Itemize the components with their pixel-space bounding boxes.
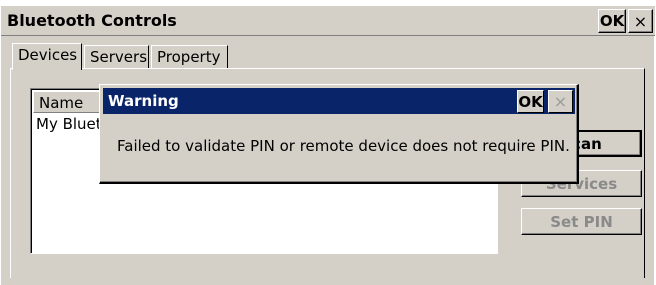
dialog-titlebar: Warning OK × (103, 88, 575, 114)
window-ok-button[interactable]: OK (598, 9, 626, 33)
tab-property[interactable]: Property (151, 45, 228, 69)
list-item[interactable]: My Bluet (36, 115, 102, 133)
dialog-title: Warning (108, 92, 179, 110)
set-pin-button[interactable]: Set PIN (521, 208, 642, 235)
warning-dialog: Warning OK × Failed to validate PIN or r… (99, 84, 579, 184)
dialog-ok-button[interactable]: OK (517, 90, 544, 113)
close-icon: × (553, 92, 568, 111)
dialog-close-button[interactable]: × (548, 90, 573, 113)
window-title: Bluetooth Controls (7, 11, 177, 30)
tab-devices[interactable]: Devices (12, 43, 82, 70)
window-titlebar: Bluetooth Controls OK × (1, 6, 655, 36)
window-close-button[interactable]: × (628, 9, 653, 33)
dialog-message: Failed to validate PIN or remote device … (117, 137, 570, 155)
close-icon: × (633, 11, 648, 31)
tab-servers[interactable]: Servers (84, 45, 149, 69)
